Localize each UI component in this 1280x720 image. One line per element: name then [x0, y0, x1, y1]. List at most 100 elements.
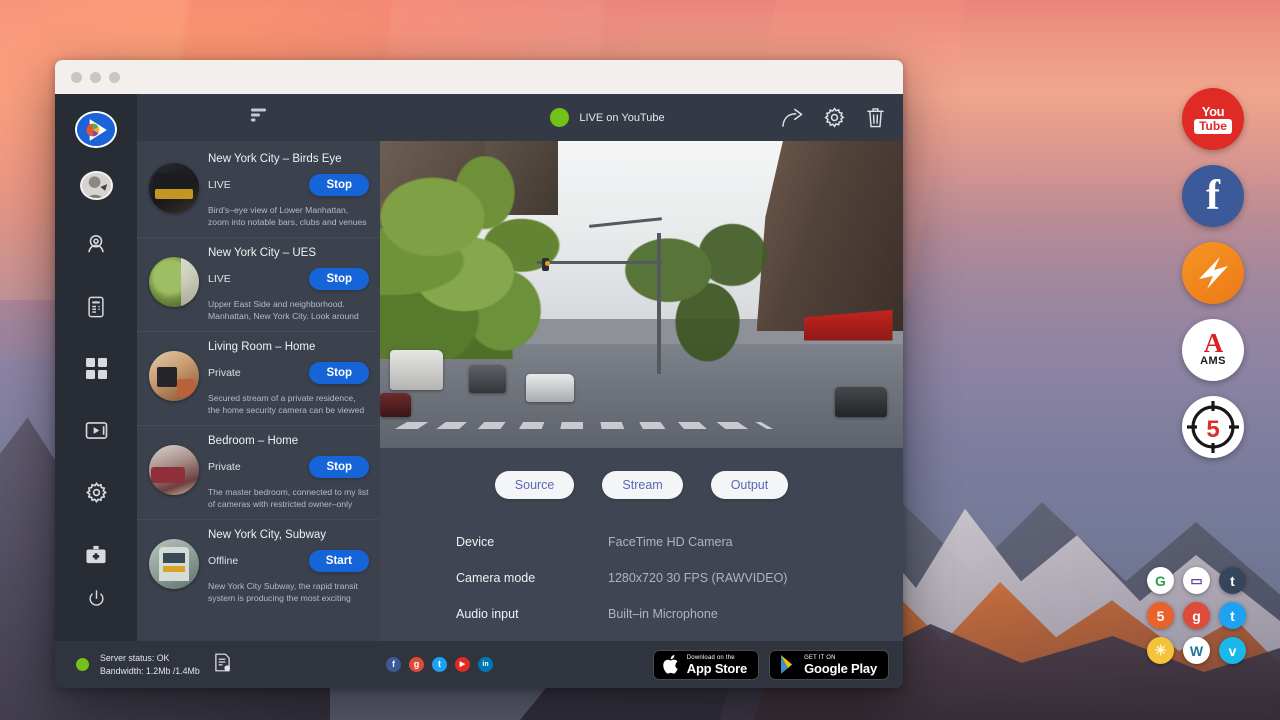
camera-title: New York City – UES — [208, 247, 369, 259]
camera-toggle-button[interactable]: Stop — [309, 174, 369, 196]
dock-icon-youtube[interactable]: You Tube — [1182, 88, 1244, 150]
video-traffic-light-glow — [545, 261, 550, 266]
social-twitter-icon[interactable]: t — [432, 657, 447, 672]
camera-list-topbar — [137, 94, 380, 141]
list-item[interactable]: New York City, Subway Offline Start New … — [137, 520, 380, 613]
video-preview[interactable] — [380, 141, 903, 448]
mini-icon-vimeo[interactable]: v — [1219, 637, 1246, 664]
video-car-red — [380, 393, 411, 418]
camera-toggle-button[interactable]: Stop — [309, 362, 369, 384]
window-zoom-button[interactable] — [109, 72, 120, 83]
gear-icon[interactable] — [824, 107, 845, 128]
sidebar-item-settings[interactable] — [73, 473, 119, 513]
mini-icon-google[interactable]: G — [1147, 567, 1174, 594]
camera-title: New York City – Birds Eye — [208, 153, 369, 165]
sidebar-item-app-logo[interactable] — [75, 111, 117, 148]
camera-info: New York City – UES LIVE Stop Upper East… — [208, 247, 369, 323]
camera-description: Bird's–eye view of Lower Manhattan, zoom… — [208, 204, 369, 229]
youtube-word-tube: Tube — [1194, 119, 1232, 134]
dock-icon-adobe-ams[interactable]: A AMS — [1182, 319, 1244, 381]
desktop-mini-icon-grid: G ▭ t 5 g t ☀ W v — [1143, 563, 1250, 668]
mini-icon-google-plus[interactable]: g — [1183, 602, 1210, 629]
camera-thumbnail — [149, 257, 199, 307]
camera-toggle-button[interactable]: Stop — [309, 456, 369, 478]
main-topbar-actions — [781, 107, 885, 128]
play-triangle-icon — [779, 654, 798, 675]
google-play-badge[interactable]: GET IT ON Google Play — [769, 650, 889, 680]
bandwidth-text: Bandwidth: 1.2Mb /1.4Mb — [100, 666, 200, 676]
window-minimize-button[interactable] — [90, 72, 101, 83]
camera-toggle-button[interactable]: Start — [309, 550, 369, 572]
sidebar-item-user-avatar[interactable] — [80, 171, 113, 200]
detail-value[interactable]: 1280x720 30 FPS (RAWVIDEO) — [608, 571, 787, 585]
sidebar-item-devices[interactable] — [73, 287, 119, 327]
trash-icon[interactable] — [866, 107, 885, 128]
sidebar-item-cameras[interactable] — [73, 224, 119, 264]
log-document-icon[interactable] — [214, 653, 231, 677]
tab-stream[interactable]: Stream — [602, 471, 682, 499]
video-crosswalk — [395, 422, 773, 429]
detail-value[interactable]: FaceTime HD Camera — [608, 535, 733, 549]
sidebar-item-support[interactable] — [73, 535, 119, 575]
sidebar-rail — [55, 94, 137, 641]
social-google-plus-icon[interactable]: g — [409, 657, 424, 672]
sidebar-item-screen[interactable] — [73, 411, 119, 451]
video-street-pole — [657, 233, 661, 374]
sort-filter-icon[interactable] — [250, 106, 268, 129]
mini-icon-twitch[interactable]: ▭ — [1183, 567, 1210, 594]
camera-title: New York City, Subway — [208, 529, 369, 541]
desktop: You Tube f A AMS 5 G ▭ — [0, 0, 1280, 720]
desktop-dock: You Tube f A AMS 5 — [1182, 88, 1244, 458]
social-youtube-icon[interactable]: ▶ — [455, 657, 470, 672]
detail-row-audio-input: Audio input Built–in Microphone — [456, 607, 903, 621]
detail-value[interactable]: Built–in Microphone — [608, 607, 718, 621]
facebook-f-glyph: f — [1206, 177, 1220, 216]
camera-state: Offline — [208, 555, 238, 567]
mobile-device-icon — [86, 296, 106, 318]
mini-icon-five[interactable]: 5 — [1147, 602, 1174, 629]
dock-icon-facebook[interactable]: f — [1182, 165, 1244, 227]
detail-label: Device — [456, 535, 608, 549]
detail-row-camera-mode: Camera mode 1280x720 30 FPS (RAWVIDEO) — [456, 571, 903, 585]
list-item[interactable]: Living Room – Home Private Stop Secured … — [137, 332, 380, 426]
sidebar-item-power[interactable] — [73, 579, 119, 619]
live-status-badge: LIVE on YouTube — [514, 108, 664, 127]
window-close-button[interactable] — [71, 72, 82, 83]
apple-icon — [663, 654, 681, 675]
video-truck — [390, 350, 442, 390]
mini-icon-tumblr[interactable]: t — [1219, 567, 1246, 594]
social-facebook-icon[interactable]: f — [386, 657, 401, 672]
mini-icon-twitter[interactable]: t — [1219, 602, 1246, 629]
add-camera-button[interactable]: + Add Camera — [137, 613, 380, 641]
camera-info: New York City, Subway Offline Start New … — [208, 529, 369, 605]
camera-list[interactable]: New York City – Birds Eye LIVE Stop Bird… — [137, 141, 380, 641]
app-window: New York City – Birds Eye LIVE Stop Bird… — [55, 60, 903, 688]
mini-icon-sun[interactable]: ☀ — [1147, 637, 1174, 664]
camera-description: Secured stream of a private residence, t… — [208, 392, 369, 417]
social-linkedin-icon[interactable]: in — [478, 657, 493, 672]
screen-share-icon — [85, 421, 108, 440]
camera-state: Private — [208, 367, 241, 379]
camera-state: Private — [208, 461, 241, 473]
camera-thumbnail — [149, 351, 199, 401]
tab-source[interactable]: Source — [495, 471, 575, 499]
tab-output[interactable]: Output — [711, 471, 789, 499]
list-item[interactable]: New York City – Birds Eye LIVE Stop Bird… — [137, 144, 380, 238]
detail-row-device: Device FaceTime HD Camera — [456, 535, 903, 549]
camera-state: LIVE — [208, 273, 231, 285]
dock-icon-target-five[interactable]: 5 — [1182, 396, 1244, 458]
window-titlebar[interactable] — [55, 60, 903, 94]
camera-state: LIVE — [208, 179, 231, 191]
camera-toggle-button[interactable]: Stop — [309, 268, 369, 290]
video-car-right — [835, 387, 887, 418]
camera-description: Upper East Side and neighborhood. Manhat… — [208, 298, 369, 323]
list-item[interactable]: Bedroom – Home Private Stop The master b… — [137, 426, 380, 520]
video-car-white — [526, 374, 573, 402]
dock-icon-wowza[interactable] — [1182, 242, 1244, 304]
app-store-badge[interactable]: Download on the App Store — [653, 650, 759, 680]
share-arrow-icon[interactable] — [781, 108, 803, 128]
sidebar-item-apps[interactable] — [73, 349, 119, 389]
mini-icon-wordpress[interactable]: W — [1183, 637, 1210, 664]
google-play-small-text: GET IT ON — [804, 655, 877, 661]
list-item[interactable]: New York City – UES LIVE Stop Upper East… — [137, 238, 380, 332]
